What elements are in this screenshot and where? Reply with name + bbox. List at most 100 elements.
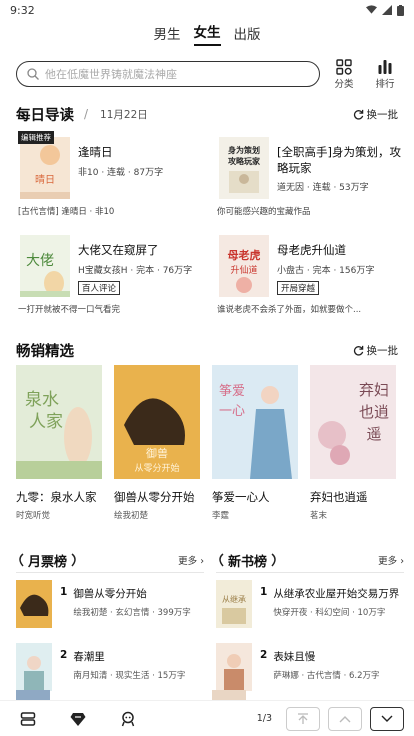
search-row: 他在低魔世界铸就魔法神座 分类 排行 — [0, 55, 414, 93]
book-cover: 母老虎升仙道 — [219, 235, 269, 297]
book-cover: 御兽从零分开始 — [114, 365, 200, 479]
bookshelf-nav-button[interactable] — [20, 711, 36, 727]
divider-slash: / — [84, 107, 89, 121]
rank-new-header: 新书榜 更多 › — [216, 551, 404, 573]
svg-text:筝爱: 筝爱 — [219, 383, 245, 399]
refresh-icon — [353, 345, 363, 356]
bestseller-refresh-label: 换一批 — [366, 344, 399, 357]
book-meta: 快穿开夜 · 科幻空间 · 10万字 — [273, 608, 386, 618]
page-indicator: 1/3 — [256, 713, 272, 724]
profile-nav-button[interactable] — [120, 711, 136, 727]
svg-text:也逍: 也逍 — [359, 403, 389, 421]
book-meta: 道无因 · 连载 · 53万字 — [277, 183, 369, 194]
daily-header: 每日导读 / 11月22日 换一批 — [0, 103, 414, 125]
bottom-bar: 1/3 — [0, 700, 414, 736]
daily-book-card[interactable]: 编辑推荐 晴日 逢晴日 非10 · 连载 · 87万字 [古代言情] 逢晴日 ·… — [18, 131, 205, 231]
bestseller-book-card[interactable]: 御兽 从零分开始 御兽从零分开始 绘我初楚 — [114, 365, 200, 521]
book-author: 绘我初楚 — [114, 511, 149, 521]
tab-female[interactable]: 女生 — [193, 21, 221, 46]
ranking-button[interactable]: 排行 — [368, 59, 402, 90]
scroll-top-button[interactable] — [286, 706, 320, 731]
book-cover: 从继承 — [216, 580, 252, 628]
book-info: 逢晴日 非10 · 连载 · 87万字 — [78, 145, 205, 178]
more-label: 更多 — [178, 556, 198, 567]
more-label: 更多 — [378, 556, 398, 567]
pager: 1/3 — [256, 706, 414, 731]
rank-new-more-link[interactable]: 更多 › — [378, 553, 404, 567]
rank-monthly-more-link[interactable]: 更多 › — [178, 553, 204, 567]
bar-chart-icon — [378, 59, 392, 74]
daily-book-card[interactable]: 母老虎 升仙道 母老虎升仙道 小盘古 · 完本 · 156万字 开局穿越 谁说老虎… — [217, 231, 404, 329]
book-meta: 小盘古 · 完本 · 156万字 — [277, 265, 375, 276]
daily-refresh-label: 换一批 — [366, 108, 399, 121]
page-down-button[interactable] — [370, 706, 404, 731]
rank-list-item[interactable]: 1 御兽从零分开始 绘我初楚 · 玄幻言情 · 399万字 — [16, 580, 204, 636]
book-info: 母老虎升仙道 小盘古 · 完本 · 156万字 开局穿越 — [277, 243, 404, 295]
rank-info: 从继承农业屋开始交易万界 快穿开夜 · 科幻空间 · 10万字 — [273, 586, 399, 618]
daily-book-card[interactable]: 大佬 大佬又在窥屏了 H宝藏女孩H · 完本 · 76万字 百人评论 一打开就被… — [18, 231, 205, 329]
daily-refresh-button[interactable]: 换一批 — [353, 107, 399, 122]
peek-cover — [212, 690, 246, 700]
rank-info: 表妹且慢 萨琳娜 · 古代言情 · 6.2万字 — [273, 649, 379, 681]
svg-text:晴日: 晴日 — [35, 173, 55, 186]
book-desc: 你可能感兴趣的宝藏作品 — [217, 207, 311, 217]
bestseller-book-card[interactable]: 筝爱 一心 筝爱一心人 李霆 — [212, 365, 298, 521]
rank-number: 2 — [260, 649, 268, 661]
rank-monthly: 月票榜 更多 › 1 御兽从零分开始 绘我初楚 · 玄幻言情 · 399万字 2… — [16, 551, 204, 699]
status-time: 9:32 — [10, 3, 35, 17]
book-title: 逢晴日 — [78, 145, 113, 159]
book-title: 筝爱一心人 — [212, 490, 270, 504]
svg-text:一心: 一心 — [219, 404, 245, 419]
daily-book-card[interactable]: 身为策划 攻略玩家 [全职高手]身为策划，攻略玩家 道无因 · 连载 · 53万字… — [217, 133, 404, 231]
book-cover — [216, 643, 252, 691]
book-title: 御兽从零分开始 — [114, 490, 195, 504]
svg-text:从继承: 从继承 — [222, 594, 246, 604]
status-bar: 9:32 — [0, 0, 414, 20]
book-title: 御兽从零分开始 — [73, 588, 147, 600]
book-cover: 泉水人家 — [16, 365, 102, 479]
store-nav-button[interactable] — [70, 711, 86, 727]
page-up-button[interactable] — [328, 706, 362, 731]
svg-text:母老虎: 母老虎 — [228, 248, 261, 262]
bestseller-book-card[interactable]: 泉水 人家 九零：泉水人家 时宽听觉 — [16, 365, 102, 521]
rank-new: 新书榜 更多 › 从继承 1 从继承农业屋开始交易万界 快穿开夜 · 科幻空间 … — [216, 551, 404, 699]
tab-male[interactable]: 男生 — [154, 23, 181, 46]
rank-number: 1 — [260, 586, 268, 598]
book-title: [全职高手]身为策划，攻略玩家 — [277, 145, 401, 175]
battery-icon — [397, 4, 404, 16]
book-title: 弃妇也逍遥 — [310, 490, 368, 504]
book-info: [全职高手]身为策划，攻略玩家 道无因 · 连载 · 53万字 — [277, 145, 404, 193]
svg-text:身为策划: 身为策划 — [228, 145, 260, 155]
book-cover: 晴日 — [20, 137, 70, 199]
daily-date: 11月22日 — [100, 108, 148, 121]
chevron-up-icon — [339, 715, 351, 722]
search-placeholder: 他在低魔世界铸就魔法神座 — [45, 68, 177, 81]
book-meta: 非10 · 连载 · 87万字 — [78, 167, 164, 178]
book-cover: 筝爱一心 — [212, 365, 298, 479]
rank-list-item[interactable]: 从继承 1 从继承农业屋开始交易万界 快穿开夜 · 科幻空间 · 10万字 — [216, 580, 404, 636]
peek-cover — [16, 690, 50, 700]
svg-text:攻略玩家: 攻略玩家 — [228, 156, 261, 166]
category-button[interactable]: 分类 — [327, 58, 361, 90]
svg-text:弃妇: 弃妇 — [359, 381, 389, 399]
book-tag: 开局穿越 — [277, 280, 320, 295]
tab-publish[interactable]: 出版 — [234, 23, 261, 46]
rank-number: 1 — [60, 586, 68, 598]
book-meta: 南月知清 · 现实生活 · 15万字 — [73, 671, 186, 681]
book-author: 茗末 — [310, 511, 328, 521]
daily-title: 每日导读 — [16, 107, 74, 124]
book-cover: 大佬 — [20, 235, 70, 297]
refresh-icon — [353, 109, 363, 120]
bestseller-book-card[interactable]: 弃妇 也逍遥 弃妇也逍遥 茗末 — [310, 365, 396, 521]
rank-new-title: 新书榜 — [228, 554, 268, 570]
svg-text:御兽: 御兽 — [146, 446, 168, 460]
bestseller-refresh-button[interactable]: 换一批 — [353, 343, 399, 358]
book-cover: 弃妇也逍遥 — [310, 365, 396, 479]
rank-monthly-header: 月票榜 更多 › — [16, 551, 204, 573]
book-title: 从继承农业屋开始交易万界 — [273, 588, 400, 600]
book-desc: 一打开就被不得一口气看完 — [18, 305, 121, 315]
daily-grid: 编辑推荐 晴日 逢晴日 非10 · 连载 · 87万字 [古代言情] 逢晴日 ·… — [0, 131, 414, 329]
book-tag: 百人评论 — [78, 280, 121, 295]
search-input[interactable]: 他在低魔世界铸就魔法神座 — [16, 61, 320, 87]
book-info: 大佬又在窥屏了 H宝藏女孩H · 完本 · 76万字 百人评论 — [78, 243, 205, 295]
